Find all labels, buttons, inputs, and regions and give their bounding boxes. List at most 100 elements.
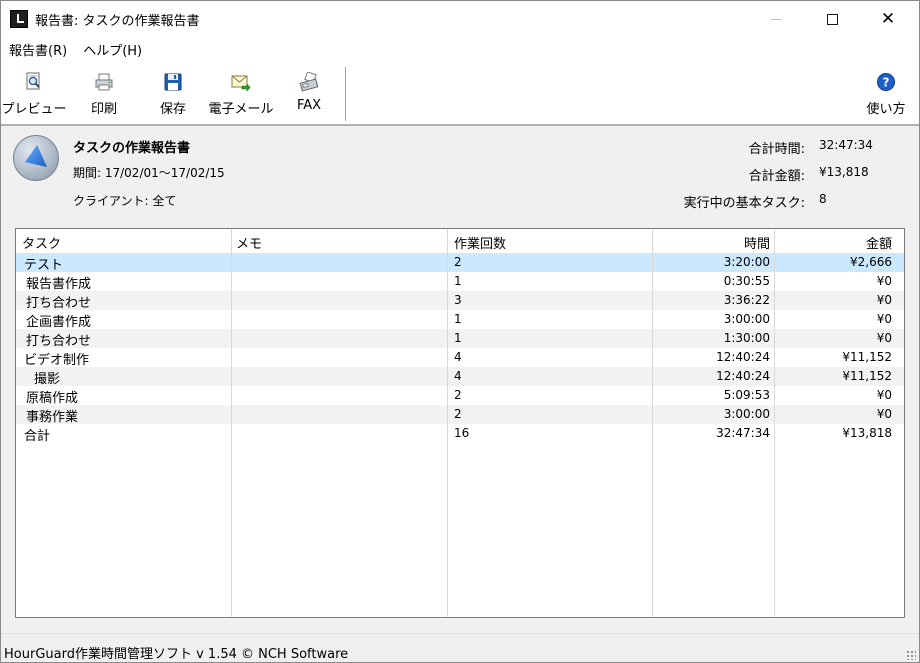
cell-time: 32:47:34 [716, 426, 770, 440]
cell-task: 撮影 [34, 372, 61, 387]
cell-task: 事務作業 [26, 410, 79, 425]
title-bar[interactable]: 報告書: タスクの作業報告書 ✕ [1, 1, 919, 37]
floppy-disk-icon [164, 73, 182, 91]
column-divider[interactable] [447, 229, 448, 617]
cell-task: 打ち合わせ [26, 334, 92, 349]
menu-report[interactable]: 報告書(R) [1, 39, 75, 59]
save-label: 保存 [159, 102, 186, 117]
cell-amount: ¥11,152 [842, 350, 892, 364]
cell-time: 3:00:00 [723, 312, 770, 326]
cell-time: 1:30:00 [723, 331, 770, 345]
report-client: クライアント: 全て [73, 194, 177, 208]
clock-app-icon [10, 10, 28, 28]
close-button[interactable]: ✕ [865, 1, 911, 37]
column-divider[interactable] [774, 229, 775, 617]
table-row[interactable]: 企画書作成 1 3:00:00 ¥0 [16, 310, 904, 330]
envelope-arrow-icon [231, 75, 251, 92]
cell-task: ビデオ制作 [24, 353, 90, 368]
minimize-icon [770, 18, 782, 20]
maximize-button[interactable] [809, 1, 855, 37]
cell-amount: ¥0 [876, 293, 892, 307]
total-time-value: 32:47:34 [819, 138, 873, 152]
total-amount-value: ¥13,818 [819, 165, 869, 179]
menu-help[interactable]: ヘルプ(H) [75, 39, 150, 59]
total-time-label: 合計時間: [748, 142, 805, 157]
table-row[interactable]: ビデオ制作 4 12:40:24 ¥11,152 [16, 348, 904, 368]
help-label: 使い方 [866, 102, 906, 117]
cell-task: 報告書作成 [26, 277, 92, 292]
table-row[interactable]: テスト 2 3:20:00 ¥2,666 [16, 253, 904, 273]
cell-task: テスト [24, 258, 64, 273]
cell-time: 3:20:00 [723, 255, 770, 269]
fax-machine-icon [299, 72, 319, 92]
report-chart-icon [13, 135, 59, 181]
cell-amount: ¥0 [876, 388, 892, 402]
toolbar-separator [345, 67, 346, 121]
col-amount-header[interactable]: 金額 [866, 233, 892, 252]
table-row[interactable]: 打ち合わせ 1 1:30:00 ¥0 [16, 329, 904, 349]
cell-amount: ¥13,818 [842, 426, 892, 440]
report-title: タスクの作業報告書 [73, 141, 191, 156]
cell-count: 1 [454, 331, 462, 345]
menu-bar: 報告書(R) ヘルプ(H) [1, 39, 150, 59]
active-tasks-label: 実行中の基本タスク: [683, 196, 805, 211]
save-button[interactable]: 保存 [151, 63, 195, 121]
minimize-button[interactable] [753, 1, 799, 37]
table-total-row[interactable]: 合計 16 32:47:34 ¥13,818 [16, 424, 904, 444]
status-bar: HourGuard作業時間管理ソフト v 1.54 © NCH Software [1, 633, 919, 662]
question-circle-icon: ? [877, 73, 895, 91]
cell-time: 12:40:24 [716, 350, 770, 364]
cell-time: 5:09:53 [723, 388, 770, 402]
total-amount-label: 合計金額: [748, 169, 805, 184]
printer-icon [95, 73, 113, 91]
cell-count: 16 [454, 426, 470, 440]
report-period: 期間: 17/02/01～17/02/15 [73, 166, 225, 180]
cell-count: 1 [454, 312, 462, 326]
resize-grip-icon[interactable] [906, 650, 916, 660]
cell-time: 3:36:22 [723, 293, 770, 307]
active-tasks-value: 8 [819, 192, 827, 206]
table-row[interactable]: 撮影 4 12:40:24 ¥11,152 [16, 367, 904, 387]
maximize-icon [826, 13, 838, 25]
table-row[interactable]: 報告書作成 1 0:30:55 ¥0 [16, 272, 904, 292]
fax-button[interactable]: FAX [289, 63, 329, 121]
cell-task: 企画書作成 [26, 315, 92, 330]
preview-button[interactable]: プレビュー [1, 63, 67, 121]
cell-amount: ¥0 [876, 274, 892, 288]
magnifier-page-icon [26, 72, 40, 90]
print-button[interactable]: 印刷 [81, 63, 127, 121]
print-label: 印刷 [90, 102, 117, 117]
help-button[interactable]: ? 使い方 [859, 63, 913, 121]
col-count-header[interactable]: 作業回数 [454, 233, 506, 252]
table-row[interactable]: 原稿作成 2 5:09:53 ¥0 [16, 386, 904, 406]
column-divider[interactable] [231, 229, 232, 617]
toolbar: プレビュー 印刷 保存 電子メール FAX ? 使い方 [1, 63, 919, 123]
cell-time: 3:00:00 [723, 407, 770, 421]
email-button[interactable]: 電子メール [207, 63, 275, 121]
cell-count: 2 [454, 255, 462, 269]
column-divider[interactable] [652, 229, 653, 617]
table-row[interactable]: 打ち合わせ 3 3:36:22 ¥0 [16, 291, 904, 311]
cell-count: 2 [454, 388, 462, 402]
cell-count: 4 [454, 369, 462, 383]
col-task-header[interactable]: タスク [22, 233, 61, 252]
svg-text:?: ? [883, 76, 890, 90]
cell-count: 2 [454, 407, 462, 421]
col-time-header[interactable]: 時間 [744, 233, 770, 252]
preview-label: プレビュー [1, 102, 67, 117]
email-label: 電子メール [208, 102, 274, 117]
col-memo-header[interactable]: メモ [236, 233, 262, 252]
cell-amount: ¥0 [876, 331, 892, 345]
task-table[interactable]: タスク メモ 作業回数 時間 金額 テスト 2 3:20:00 ¥2,666 報… [15, 228, 905, 618]
app-window: 報告書: タスクの作業報告書 ✕ 報告書(R) ヘルプ(H) プレビュー 印刷 … [0, 0, 920, 663]
window-title: 報告書: タスクの作業報告書 [35, 14, 200, 29]
cell-time: 0:30:55 [723, 274, 770, 288]
table-row[interactable]: 事務作業 2 3:00:00 ¥0 [16, 405, 904, 425]
cell-count: 3 [454, 293, 462, 307]
cell-task: 合計 [24, 429, 51, 444]
cell-amount: ¥0 [876, 407, 892, 421]
cell-amount: ¥0 [876, 312, 892, 326]
cell-amount: ¥2,666 [850, 255, 892, 269]
cell-time: 12:40:24 [716, 369, 770, 383]
report-panel: タスクの作業報告書 期間: 17/02/01～17/02/15 クライアント: … [1, 126, 919, 633]
